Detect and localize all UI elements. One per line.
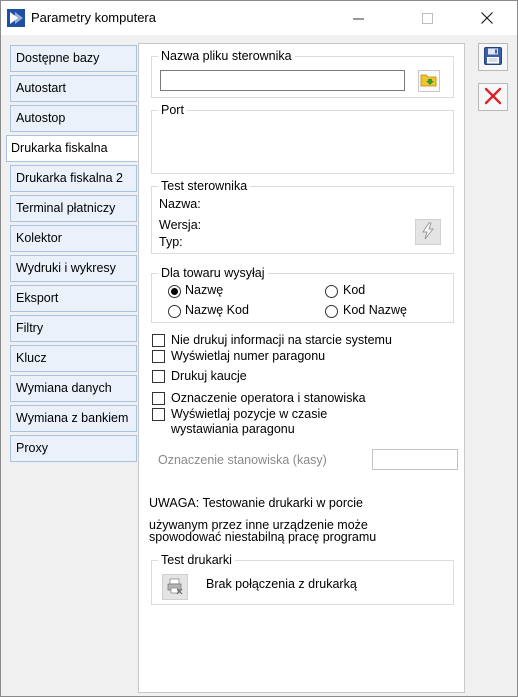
cancel-button[interactable]	[478, 83, 508, 111]
driver-version-label: Wersja:	[159, 218, 202, 232]
driver-file-group-title: Nazwa pliku sterownika	[158, 49, 295, 63]
radio-code-name[interactable]	[325, 305, 338, 318]
nav-item-autostop[interactable]: Autostop	[10, 105, 137, 132]
window-title: Parametry komputera	[31, 10, 156, 25]
driver-type-label: Typ:	[159, 235, 183, 249]
operator-station-label: Oznaczenie operatora i stanowiska	[171, 391, 366, 405]
nav-item-drukarka-fiskalna-2[interactable]: Drukarka fiskalna 2	[10, 165, 137, 192]
minimize-button[interactable]	[335, 1, 381, 35]
checkbox-show-items[interactable]	[152, 408, 165, 421]
close-icon	[481, 12, 493, 24]
lightning-icon	[420, 222, 436, 243]
driver-file-group: Nazwa pliku sterownika	[151, 49, 454, 98]
nav-item-wydruki-i-wykresy[interactable]: Wydruki i wykresy	[10, 255, 137, 282]
nav-item-dostepne-bazy[interactable]: Dostępne bazy	[10, 45, 137, 72]
port-group-title: Port	[158, 103, 187, 117]
radio-name[interactable]	[168, 285, 181, 298]
printer-status-text: Brak połączenia z drukarką	[206, 577, 357, 591]
printer-disconnected-icon	[166, 577, 184, 598]
radio-code[interactable]	[325, 285, 338, 298]
nav-item-proxy[interactable]: Proxy	[10, 435, 137, 462]
test-printer-button[interactable]	[162, 574, 188, 600]
checkbox-no-print-startup[interactable]	[152, 334, 165, 347]
radio-code-label: Kod	[343, 283, 366, 297]
driver-filename-input[interactable]	[160, 70, 405, 91]
warning-line-3: spowodować niestabilną pracę programu	[149, 530, 377, 544]
checkbox-operator-station[interactable]	[152, 392, 165, 405]
printer-test-group-title: Test drukarki	[158, 553, 235, 567]
nav-item-eksport[interactable]: Eksport	[10, 285, 137, 312]
driver-test-group-title: Test sterownika	[158, 179, 251, 193]
close-button[interactable]	[464, 1, 510, 35]
nav-item-klucz[interactable]: Klucz	[10, 345, 137, 372]
checkbox-show-receipt-number[interactable]	[152, 350, 165, 363]
nav-item-autostart[interactable]: Autostart	[10, 75, 137, 102]
show-receipt-number-label: Wyświetlaj numer paragonu	[171, 349, 326, 363]
driver-name-label: Nazwa:	[159, 197, 201, 211]
radio-name-label: Nazwę	[185, 283, 224, 297]
minimize-icon	[352, 13, 364, 24]
maximize-icon	[421, 12, 433, 24]
radio-name-code[interactable]	[168, 305, 181, 318]
station-label: Oznaczenie stanowiska (kasy)	[158, 453, 327, 467]
test-driver-button[interactable]	[415, 219, 441, 245]
port-group: Port	[151, 103, 454, 174]
checkbox-print-deposits[interactable]	[152, 370, 165, 383]
window: Parametry komputera Dostępne bazy Autost…	[0, 0, 518, 697]
show-items-label-line1: Wyświetlaj pozycje w czasie	[171, 407, 328, 421]
radio-name-code-label: Nazwę Kod	[185, 303, 249, 317]
send-for-item-group: Dla towaru wysyłaj Nazwę Kod Nazwę Kod K…	[151, 266, 454, 323]
save-button[interactable]	[478, 43, 508, 71]
show-items-label-line2: wystawiania paragonu	[171, 422, 295, 436]
no-print-startup-label: Nie drukuj informacji na starcie systemu	[171, 333, 392, 347]
driver-test-group: Test sterownika Nazwa: Wersja: Typ:	[151, 179, 454, 254]
warning-line-1: UWAGA: Testowanie drukarki w porcie	[149, 496, 363, 510]
maximize-button[interactable]	[404, 1, 450, 35]
station-input[interactable]	[372, 449, 458, 470]
client-area: Dostępne bazy Autostart Autostop Drukark…	[1, 35, 517, 696]
nav-item-filtry[interactable]: Filtry	[10, 315, 137, 342]
title-bar: Parametry komputera	[1, 1, 517, 35]
nav-item-wymiana-danych[interactable]: Wymiana danych	[10, 375, 137, 402]
printer-test-group: Test drukarki Brak połączenia z drukarką	[151, 553, 454, 605]
settings-panel: Nazwa pliku sterownika Port Test sterown…	[138, 43, 465, 693]
nav-item-drukarka-fiskalna[interactable]: Drukarka fiskalna	[6, 135, 138, 162]
browse-driver-button[interactable]	[418, 70, 440, 92]
print-deposits-label: Drukuj kaucje	[171, 369, 247, 383]
radio-code-name-label: Kod Nazwę	[343, 303, 407, 317]
cancel-x-icon	[484, 87, 502, 108]
folder-open-icon	[420, 72, 438, 91]
nav-item-terminal-platniczy[interactable]: Terminal płatniczy	[10, 195, 137, 222]
app-logo-icon	[7, 9, 25, 27]
nav-item-kolektor[interactable]: Kolektor	[10, 225, 137, 252]
nav-item-wymiana-z-bankiem[interactable]: Wymiana z bankiem	[10, 405, 137, 432]
send-for-item-group-title: Dla towaru wysyłaj	[158, 266, 268, 280]
save-icon	[483, 46, 503, 69]
